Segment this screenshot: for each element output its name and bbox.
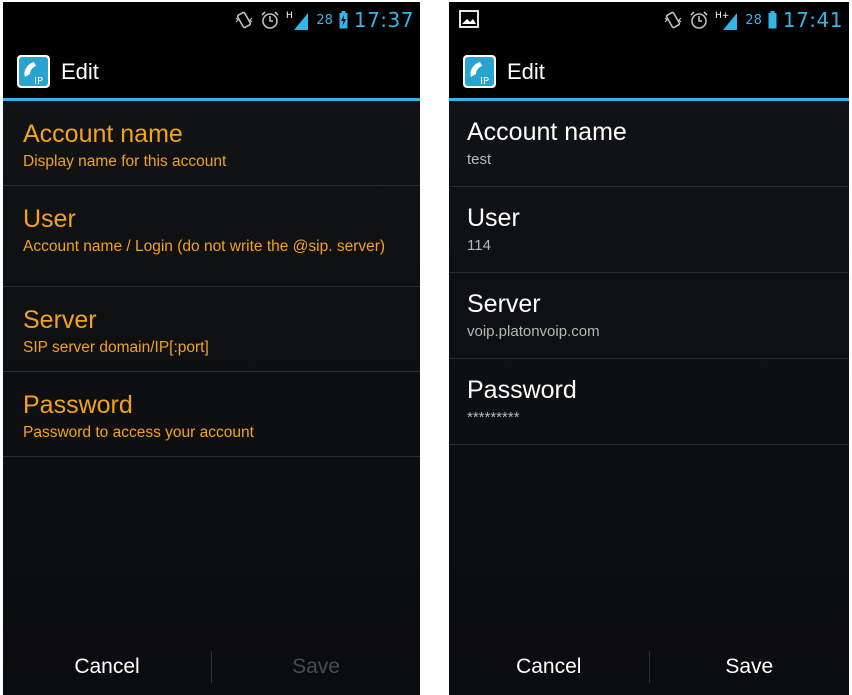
battery-level: 28 bbox=[745, 12, 762, 28]
battery-level: 28 bbox=[316, 12, 333, 28]
save-button[interactable]: Save bbox=[650, 639, 850, 695]
voip-phone-icon[interactable]: IP bbox=[17, 55, 50, 88]
status-clock: 17:41 bbox=[782, 8, 843, 32]
page-title: Edit bbox=[61, 59, 99, 84]
action-bar: IP Edit bbox=[3, 38, 420, 101]
cancel-button[interactable]: Cancel bbox=[3, 639, 211, 695]
pref-server[interactable]: Server voip.platonvoip.com bbox=[449, 273, 849, 359]
pref-summary: voip.platonvoip.com bbox=[467, 323, 600, 340]
pref-summary: 114 bbox=[467, 237, 491, 254]
pref-user[interactable]: User 114 bbox=[449, 187, 849, 273]
pref-title: Account name bbox=[467, 118, 627, 146]
network-type-label: H bbox=[286, 11, 293, 21]
svg-text:IP: IP bbox=[34, 76, 43, 87]
pref-title: Server bbox=[467, 290, 541, 318]
page-title: Edit bbox=[507, 59, 545, 84]
pref-summary: SIP server domain/IP[:port] bbox=[23, 339, 209, 356]
preference-list: Account name Display name for this accou… bbox=[3, 101, 420, 457]
image-notification-icon bbox=[459, 10, 479, 28]
cancel-button[interactable]: Cancel bbox=[449, 639, 649, 695]
vibrate-icon bbox=[235, 11, 253, 29]
pref-title: User bbox=[467, 204, 520, 232]
phone-screen-left: H 28 17:37 IP Edit Account name Display … bbox=[3, 2, 420, 695]
pref-account-name[interactable]: Account name test bbox=[449, 101, 849, 187]
preference-list: Account name test User 114 Server voip.p… bbox=[449, 101, 849, 445]
pref-password[interactable]: Password Password to access your account bbox=[3, 372, 420, 457]
button-bar: Cancel Save bbox=[3, 639, 420, 695]
vibrate-icon bbox=[664, 11, 682, 29]
pref-title: Password bbox=[467, 376, 577, 404]
battery-icon bbox=[768, 11, 777, 29]
pref-summary: Password to access your account bbox=[23, 424, 254, 441]
pref-title: Server bbox=[23, 306, 97, 334]
pref-server[interactable]: Server SIP server domain/IP[:port] bbox=[3, 287, 420, 372]
battery-charging-icon bbox=[339, 11, 348, 29]
alarm-icon bbox=[261, 11, 279, 29]
pref-title: User bbox=[23, 205, 76, 233]
status-bar: H+ 28 17:41 bbox=[449, 2, 849, 38]
pref-summary: Account name / Login (do not write the @… bbox=[23, 238, 386, 255]
pref-title: Password bbox=[23, 391, 133, 419]
action-bar: IP Edit bbox=[449, 38, 849, 101]
phone-screen-right: H+ 28 17:41 IP Edit Account name test Us… bbox=[449, 2, 849, 695]
network-type-label: H+ bbox=[715, 11, 729, 21]
signal-icon: H bbox=[286, 11, 309, 30]
pref-account-name[interactable]: Account name Display name for this accou… bbox=[3, 101, 420, 186]
status-bar: H 28 17:37 bbox=[3, 2, 420, 38]
button-bar: Cancel Save bbox=[449, 639, 849, 695]
pref-summary: test bbox=[467, 151, 492, 168]
pref-summary: Display name for this account bbox=[23, 153, 227, 170]
pref-password[interactable]: Password ********* bbox=[449, 359, 849, 445]
alarm-icon bbox=[690, 11, 708, 29]
svg-text:IP: IP bbox=[480, 76, 489, 87]
save-button[interactable]: Save bbox=[212, 639, 420, 695]
voip-phone-icon[interactable]: IP bbox=[463, 55, 496, 88]
status-clock: 17:37 bbox=[353, 8, 414, 32]
pref-user[interactable]: User Account name / Login (do not write … bbox=[3, 186, 420, 287]
pref-title: Account name bbox=[23, 120, 183, 148]
pref-summary: ********* bbox=[467, 409, 520, 426]
signal-icon: H+ bbox=[715, 11, 738, 30]
